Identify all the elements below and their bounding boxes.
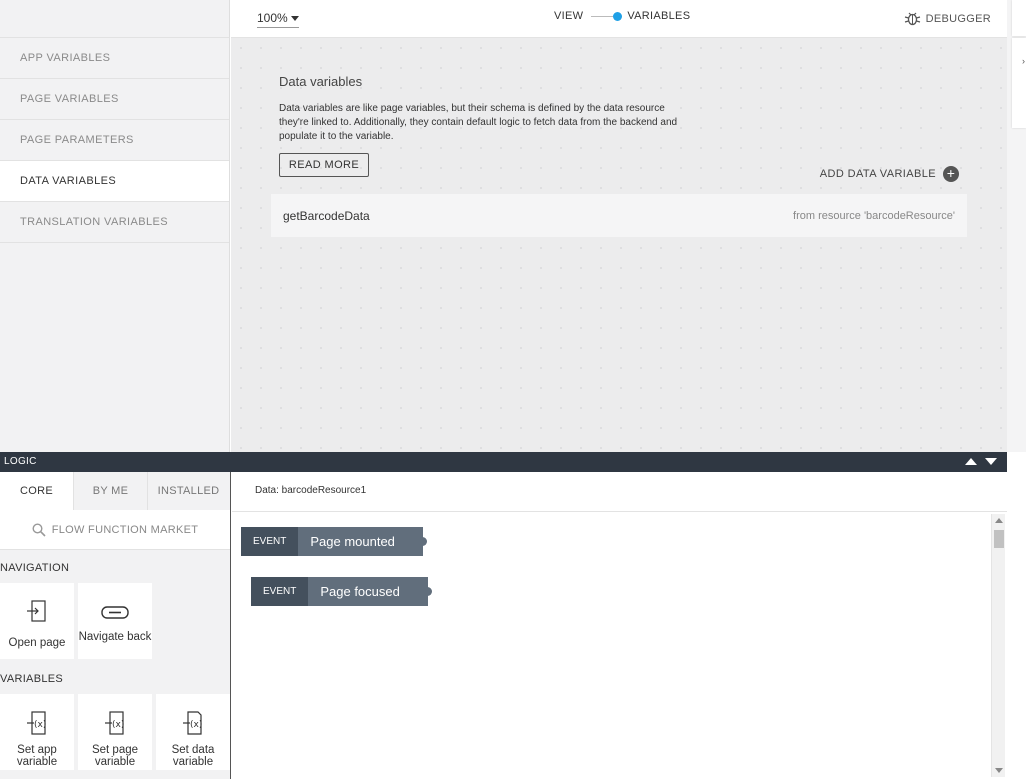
zoom-value: 100%	[257, 11, 288, 25]
sidebar-item-translation-variables[interactable]: TRANSLATION VARIABLES	[0, 202, 229, 243]
svg-text:(x): (x)	[34, 720, 46, 730]
tile-set-data-variable-label: Set data variable	[171, 744, 215, 768]
variables-canvas: Data variables Data variables are like p…	[231, 38, 1007, 452]
sidebar-item-page-variables[interactable]: PAGE VARIABLES	[0, 79, 229, 120]
debugger-button[interactable]: DEBUGGER	[904, 11, 991, 26]
data-variable-name: getBarcodeData	[283, 208, 370, 223]
zoom-select[interactable]: 100%	[257, 11, 299, 28]
expand-up-icon[interactable]	[965, 458, 977, 465]
set-app-variable-icon: (x)	[27, 711, 46, 735]
page-title: Data variables	[279, 74, 363, 89]
flow-function-market-button[interactable]: FLOW FUNCTION MARKET	[0, 510, 230, 550]
sidebar-item-app-variables[interactable]: APP VARIABLES	[0, 38, 229, 79]
event-node-page-mounted[interactable]: EVENT Page mounted	[241, 527, 427, 556]
variables-sidebar: APP VARIABLES PAGE VARIABLES PAGE PARAME…	[0, 38, 230, 452]
description-text: Data variables are like page variables, …	[279, 103, 678, 142]
scroll-down-icon[interactable]	[995, 768, 1003, 773]
data-variable-row[interactable]: getBarcodeData from resource 'barcodeRes…	[271, 194, 967, 237]
right-panel-card-top	[1012, 0, 1026, 36]
logic-flow-canvas[interactable]: Data: barcodeResource1 EVENT Page mounte…	[232, 472, 1007, 779]
bug-icon	[904, 12, 920, 26]
view-variables-toggle[interactable]: VIEW VARIABLES	[554, 10, 690, 22]
svg-text:(x): (x)	[112, 720, 124, 730]
tile-set-page-variable-label: Set page variable	[91, 744, 139, 768]
tile-set-app-variable[interactable]: (x) Set app variable	[0, 694, 74, 770]
plus-icon: +	[943, 166, 959, 182]
navigation-tiles: Open page Navigate back	[0, 583, 230, 659]
set-data-variable-icon: (x)	[183, 711, 202, 735]
tile-navigate-back-label: Navigate back	[78, 631, 152, 643]
event-tag: EVENT	[241, 527, 299, 556]
tab-installed[interactable]: INSTALLED	[148, 472, 229, 510]
event-name: Page focused	[308, 577, 428, 606]
tile-open-page[interactable]: Open page	[0, 583, 74, 659]
tab-by-me[interactable]: BY ME	[74, 472, 148, 510]
sidebar-item-data-variables[interactable]: DATA VARIABLES	[0, 161, 229, 202]
market-label: FLOW FUNCTION MARKET	[51, 523, 199, 536]
open-page-icon	[27, 600, 46, 622]
logic-right-fill	[1007, 452, 1026, 779]
top-toolbar: 100% VIEW VARIABLES DEBUGGER	[231, 0, 1007, 38]
sidebar-item-page-parameters[interactable]: PAGE PARAMETERS	[0, 120, 229, 161]
tile-set-page-variable[interactable]: (x) Set page variable	[78, 694, 152, 770]
logic-title: LOGIC	[4, 456, 37, 467]
left-nav-header	[0, 0, 230, 38]
debugger-label: DEBUGGER	[925, 12, 991, 25]
view-label: VIEW	[554, 10, 584, 22]
flow-scrollbar[interactable]	[991, 514, 1005, 777]
section-variables: VARIABLES	[0, 673, 64, 685]
chevron-down-icon	[290, 16, 299, 22]
output-port[interactable]	[417, 537, 427, 546]
tile-navigate-back[interactable]: Navigate back	[78, 583, 152, 659]
variables-label: VARIABLES	[627, 10, 691, 22]
tab-core[interactable]: CORE	[0, 472, 74, 510]
scroll-up-icon[interactable]	[995, 518, 1003, 523]
search-icon	[32, 522, 46, 537]
right-panel-glyph: ›	[1022, 56, 1025, 66]
add-data-variable-label: ADD DATA VARIABLE	[819, 168, 936, 180]
logic-panel-header: LOGIC	[0, 452, 1007, 472]
tile-set-app-variable-label: Set app variable	[16, 744, 58, 768]
palette-tabs: CORE BY ME INSTALLED	[0, 472, 230, 510]
tile-open-page-label: Open page	[8, 637, 66, 649]
logic-palette: CORE BY ME INSTALLED FLOW FUNCTION MARKE…	[0, 472, 231, 779]
add-data-variable-button[interactable]: ADD DATA VARIABLE +	[820, 166, 959, 182]
scroll-thumb[interactable]	[994, 530, 1004, 548]
flow-title: Data: barcodeResource1	[232, 472, 1007, 512]
event-tag: EVENT	[251, 577, 309, 606]
svg-text:(x): (x)	[190, 720, 202, 730]
navigate-back-icon	[101, 606, 129, 619]
data-variable-source: from resource 'barcodeResource'	[793, 209, 955, 222]
variables-tiles: (x) Set app variable (x) Set page variab…	[0, 694, 230, 770]
event-name: Page mounted	[298, 527, 423, 556]
right-panel-card: ›	[1012, 38, 1026, 128]
set-page-variable-icon: (x)	[105, 711, 124, 735]
event-node-page-focused[interactable]: EVENT Page focused	[251, 577, 432, 606]
toggle-knob[interactable]	[613, 11, 623, 21]
collapse-down-icon[interactable]	[985, 458, 997, 465]
toggle-track	[591, 15, 614, 17]
read-more-button[interactable]: READ MORE	[279, 153, 369, 177]
section-navigation: NAVIGATION	[0, 562, 70, 574]
output-port[interactable]	[422, 587, 432, 596]
tile-set-data-variable[interactable]: (x) Set data variable	[156, 694, 230, 770]
